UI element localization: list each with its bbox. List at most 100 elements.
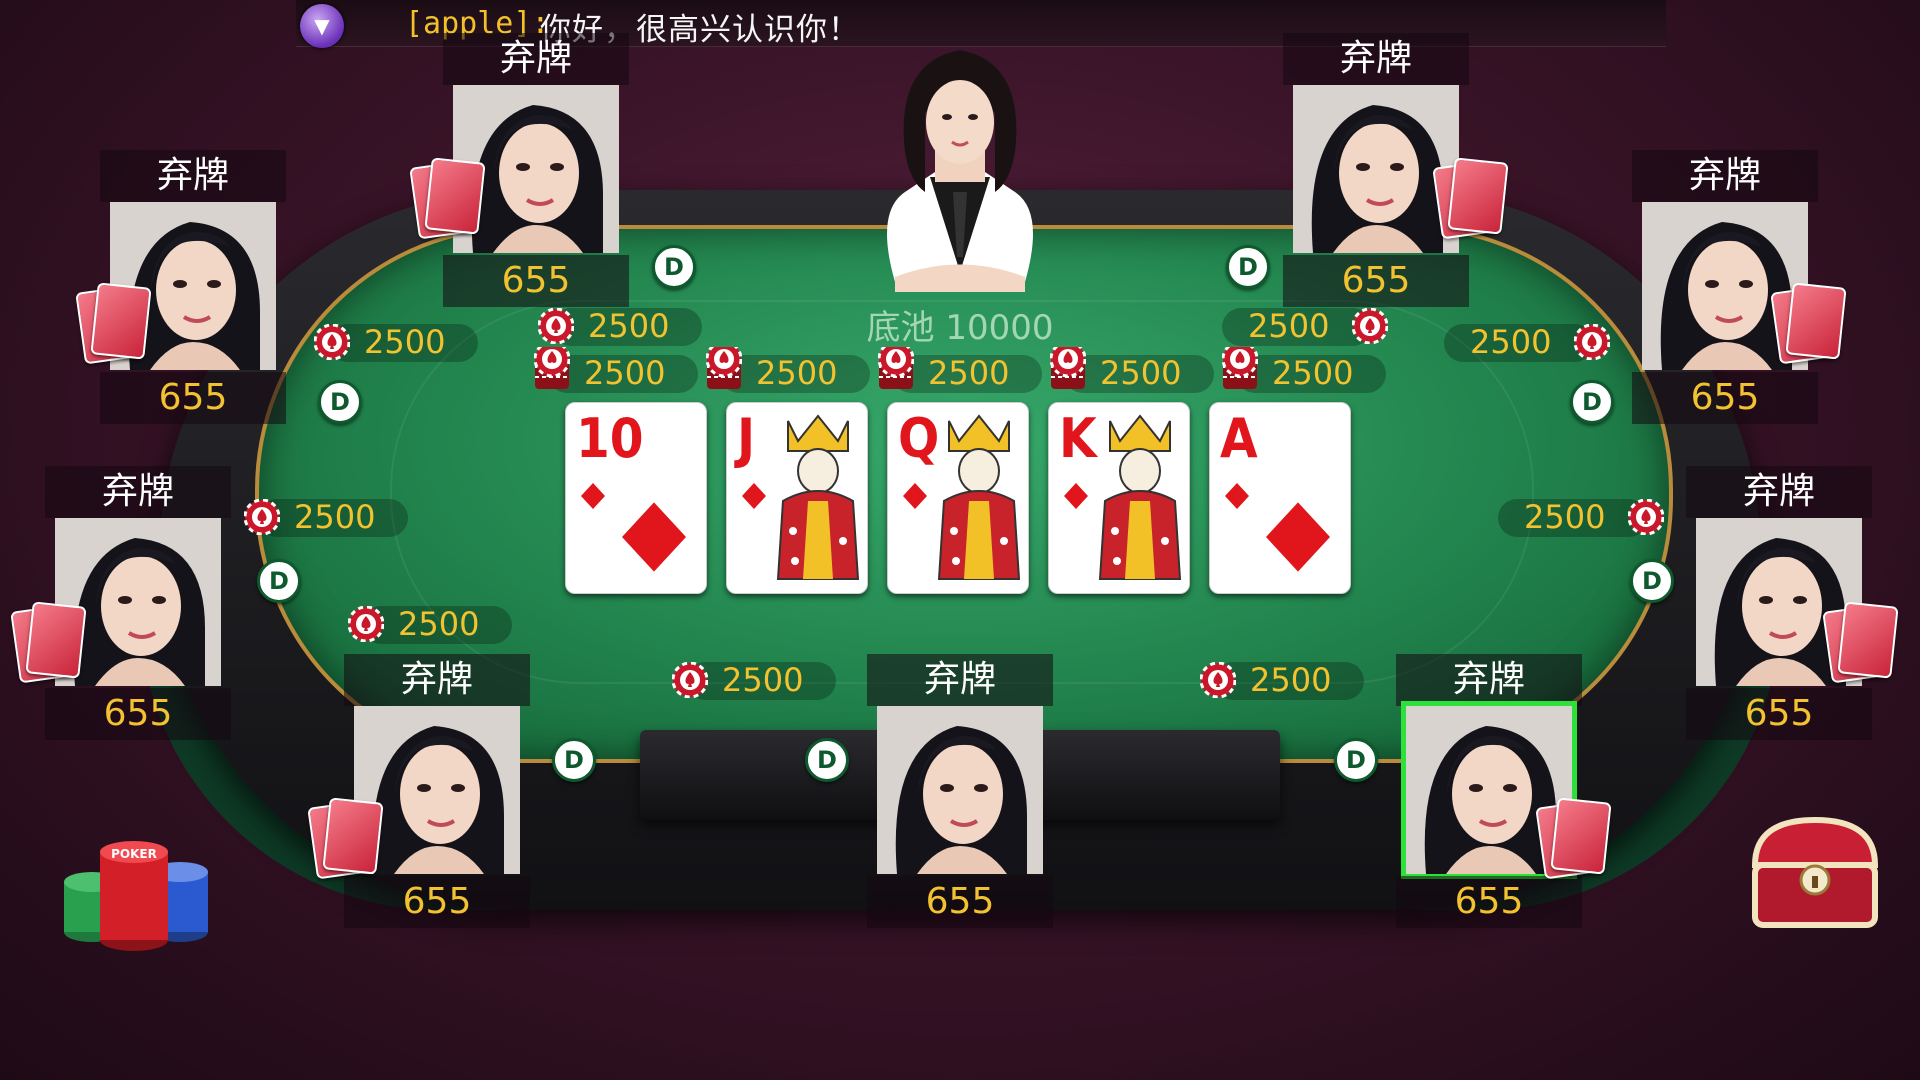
community-card: J (726, 402, 868, 594)
community-card: Q (887, 402, 1029, 594)
chip-icon (347, 605, 385, 643)
bet-amount: 2500 (928, 354, 1010, 392)
bet-amount: 2500 (1248, 307, 1330, 345)
dealer-button: D (805, 738, 849, 782)
player-chips: 655 (443, 255, 629, 307)
player-bet: 2500 (1430, 322, 1611, 362)
player-chips: 655 (45, 688, 231, 740)
diamond-suit-icon (1225, 483, 1249, 509)
player-chips: 655 (100, 372, 286, 424)
dealer-button: D (652, 245, 696, 289)
diamond-suit-icon (581, 483, 605, 509)
hole-cards (1822, 601, 1899, 684)
chip-stack-icon (705, 340, 743, 389)
player-chips: 655 (1283, 255, 1469, 307)
hole-cards (10, 601, 87, 684)
player-bet: 2500 (347, 604, 528, 644)
player-bet: 2500 (243, 497, 424, 537)
chip-icon (1351, 307, 1389, 345)
hole-cards (1432, 157, 1509, 240)
chip-icon (1627, 498, 1665, 536)
card-rank: 10 (576, 407, 644, 470)
player-chips: 655 (1632, 372, 1818, 424)
bet-amount: 2500 (294, 498, 376, 536)
center-bet: 2500 (1049, 340, 1220, 393)
player-bet: 2500 (671, 660, 852, 700)
chat-toggle-button[interactable]: ▼ (300, 4, 344, 48)
bet-amount: 2500 (1250, 661, 1332, 699)
center-bet: 2500 (1221, 340, 1392, 393)
bet-amount: 2500 (398, 605, 480, 643)
player-bet: 2500 (1484, 497, 1665, 537)
chip-icon (313, 323, 351, 361)
diamond-suit-icon (622, 502, 686, 572)
player-status: 弃牌 (344, 654, 530, 706)
hole-cards (307, 797, 384, 880)
chip-stack-icon (1221, 340, 1259, 389)
dealer-avatar (887, 50, 1033, 292)
diamond-suit-icon (903, 483, 927, 509)
treasure-chest-button[interactable] (1740, 810, 1890, 940)
chip-icon (1199, 661, 1237, 699)
player-status: 弃牌 (443, 33, 629, 85)
hole-cards (409, 157, 486, 240)
dealer-button: D (552, 738, 596, 782)
dealer-button: D (1570, 380, 1614, 424)
player-chips: 655 (867, 876, 1053, 928)
player-status: 弃牌 (1686, 466, 1872, 518)
card-rank: J (737, 407, 756, 470)
chip-icon (671, 661, 709, 699)
dealer-button: D (318, 380, 362, 424)
bet-amount: 2500 (1524, 498, 1606, 536)
player-avatar[interactable] (354, 706, 520, 874)
player-bet: 2500 (1208, 306, 1389, 346)
diamond-suit-icon (1266, 502, 1330, 572)
chip-stack-icon (877, 340, 915, 389)
community-card: A (1209, 402, 1351, 594)
player-chips: 655 (1396, 876, 1582, 928)
chip-stack-button[interactable]: POKER (62, 832, 212, 952)
center-bet: 2500 (533, 340, 704, 393)
face-card-figure (937, 414, 1021, 580)
player-bet: 2500 (313, 322, 494, 362)
chevron-down-icon: ▼ (314, 14, 330, 38)
community-card: K (1048, 402, 1190, 594)
treasure-chest-icon (1751, 816, 1879, 928)
center-bet: 2500 (705, 340, 876, 393)
bet-amount: 2500 (756, 354, 838, 392)
card-rank: A (1220, 407, 1258, 470)
player-status: 弃牌 (1283, 33, 1469, 85)
community-card: 10 (565, 402, 707, 594)
player-bet: 2500 (1199, 660, 1380, 700)
player-avatar[interactable] (877, 706, 1043, 874)
bet-amount: 2500 (364, 323, 446, 361)
player-status: 弃牌 (1396, 654, 1582, 706)
hole-cards (1770, 282, 1847, 365)
bet-amount: 2500 (1100, 354, 1182, 392)
face-card-figure (1098, 414, 1182, 580)
chip-icon (1573, 323, 1611, 361)
player-status: 弃牌 (100, 150, 286, 202)
player-chips: 655 (1686, 688, 1872, 740)
chip-stack-icon (1049, 340, 1087, 389)
player-status: 弃牌 (1632, 150, 1818, 202)
player-bet: 2500 (537, 306, 718, 346)
bet-amount: 2500 (1470, 323, 1552, 361)
bet-amount: 2500 (588, 307, 670, 345)
dealer-button: D (257, 559, 301, 603)
dealer-button: D (1630, 559, 1674, 603)
bet-amount: 2500 (1272, 354, 1354, 392)
player-status: 弃牌 (45, 466, 231, 518)
player-status: 弃牌 (867, 654, 1053, 706)
diamond-suit-icon (1064, 483, 1088, 509)
face-card-figure (776, 414, 860, 580)
card-rank: K (1059, 407, 1097, 470)
chip-icon (537, 307, 575, 345)
chip-stack-icon (533, 340, 571, 389)
hole-cards (75, 282, 152, 365)
bet-amount: 2500 (584, 354, 666, 392)
bet-amount: 2500 (722, 661, 804, 699)
dealer-button: D (1226, 245, 1270, 289)
chip-stack-label: POKER (111, 847, 157, 861)
hole-cards (1535, 797, 1612, 880)
